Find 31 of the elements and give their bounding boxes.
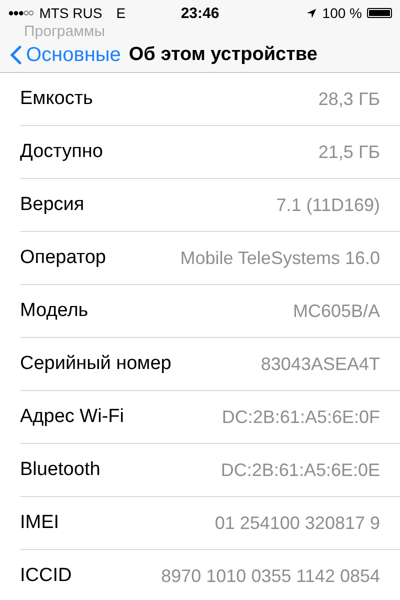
network-type: E <box>116 5 126 21</box>
row-value: 7.1 (11D169) <box>276 194 380 216</box>
row-label: Емкость <box>20 88 93 110</box>
row-value: Mobile TeleSystems 16.0 <box>180 248 380 268</box>
row-value: MC605B/A <box>292 300 380 322</box>
row-label: ICCID <box>20 565 72 587</box>
row-label: IMEI <box>20 512 60 534</box>
row-value: DC:2B:61:A5:6E:0F <box>222 406 380 428</box>
row-label: Версия <box>20 194 84 216</box>
back-chevron-icon[interactable] <box>10 45 22 65</box>
row-label: Оператор <box>20 247 106 269</box>
battery-percentage: 100 % <box>322 5 362 21</box>
row-value: 01 254100 320817 9 <box>214 512 380 534</box>
row-value: 83043ASEA4T <box>260 354 380 374</box>
row-value: 21,5 ГБ <box>318 142 380 162</box>
row-label: Серийный номер <box>20 353 172 375</box>
battery-icon <box>367 8 392 18</box>
back-button[interactable]: Основные <box>6 44 125 66</box>
row-value: 8970 1010 0355 1142 0854 <box>161 566 380 586</box>
row-label: Bluetooth <box>20 459 100 481</box>
location-arrow-icon <box>306 8 318 18</box>
signal-strength: ●●●○○ <box>8 8 34 18</box>
row-label: Доступно <box>20 141 103 163</box>
row-value: 28,3 ГБ <box>318 88 380 110</box>
carrier-name: MTS RUS <box>39 5 102 21</box>
row-value: DC:2B:61:A5:6E:0E <box>220 460 380 480</box>
clock-time: 23:46 <box>180 4 220 22</box>
row-label: Модель <box>20 300 88 322</box>
previous-title: Программы <box>24 23 106 40</box>
row-label: Адрес Wi-Fi <box>20 406 124 428</box>
screen-title: Об этом устройстве <box>128 44 318 66</box>
